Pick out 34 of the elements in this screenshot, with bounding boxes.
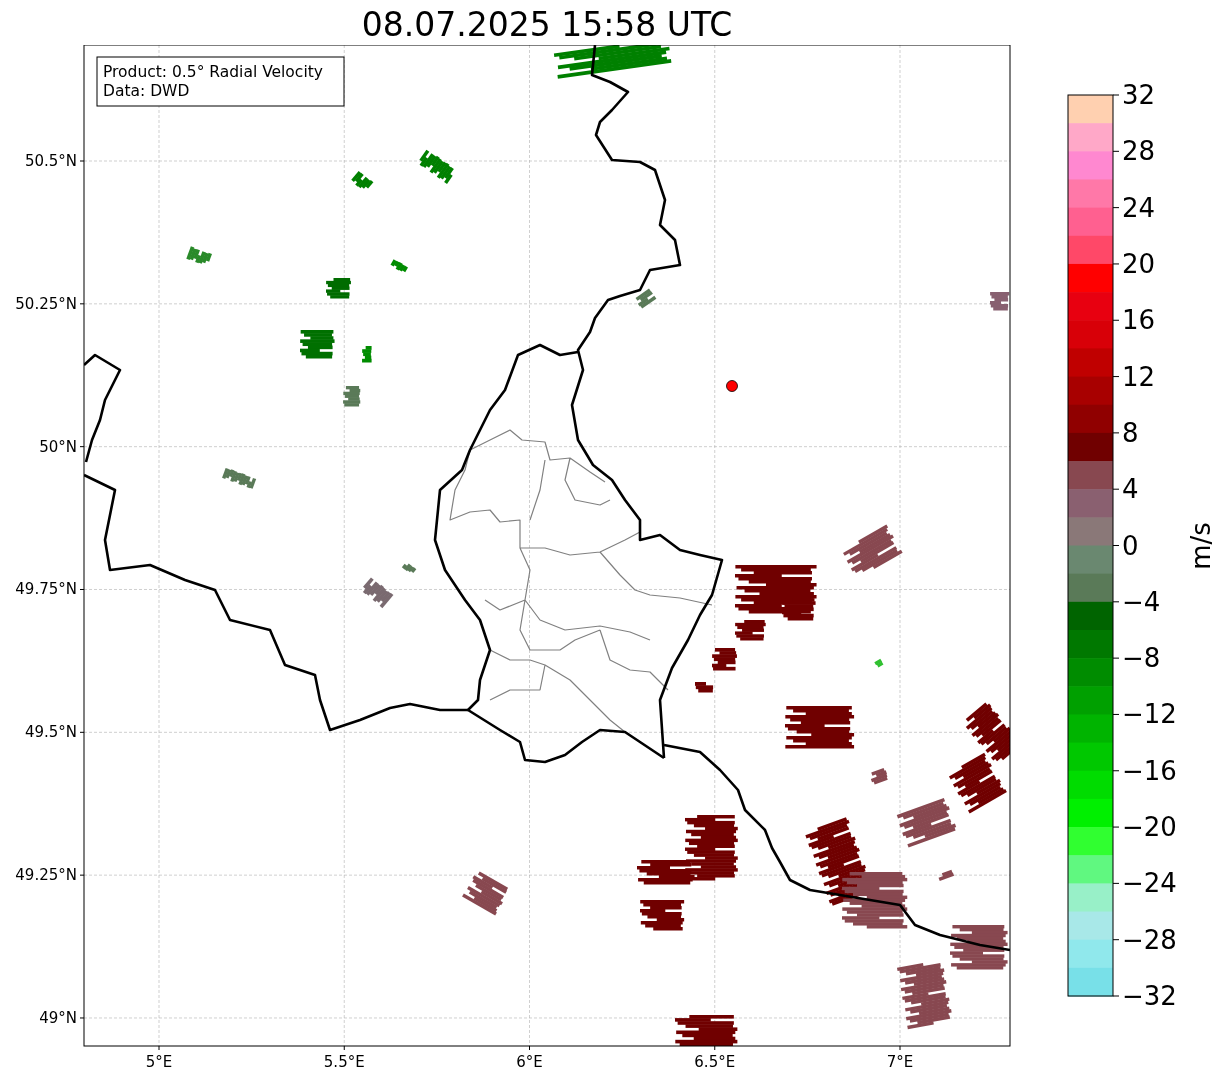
colorbar-tick-label: −12 xyxy=(1122,699,1177,730)
colorbar-tick-label: 4 xyxy=(1122,474,1139,505)
info-text-line: Product: 0.5° Radial Velocity xyxy=(103,63,323,81)
colorbar-tick-label: 20 xyxy=(1122,248,1156,279)
longitude-tick-label: 6.5°E xyxy=(694,1053,736,1071)
latitude-tick-label: 50°N xyxy=(39,437,77,456)
latitude-tick-label: 49.5°N xyxy=(24,723,77,742)
longitude-tick-label: 7°E xyxy=(886,1053,914,1071)
colorbar-tick-label: 8 xyxy=(1122,417,1139,448)
colorbar-tick-label: 16 xyxy=(1122,305,1156,336)
colorbar-tick-label: −16 xyxy=(1122,755,1177,786)
colorbar-tick-label: −8 xyxy=(1122,643,1161,674)
colorbar-tick-label: 32 xyxy=(1122,80,1156,110)
latitude-tick-label: 49°N xyxy=(39,1009,77,1027)
colorbar-tick-label: 12 xyxy=(1122,361,1156,392)
latitude-tick-label: 49.25°N xyxy=(15,866,77,885)
info-text-line: Data: DWD xyxy=(103,82,190,100)
colorbar-tick-label: −24 xyxy=(1122,868,1177,899)
colorbar-tick-label: 0 xyxy=(1122,530,1139,561)
longitude-tick-label: 6°E xyxy=(516,1053,543,1071)
longitude-tick-label: 5°E xyxy=(145,1053,173,1071)
colorbar-tick-label: 28 xyxy=(1122,136,1156,167)
colorbar-tick-label: −32 xyxy=(1122,981,1177,1011)
colorbar-tick-label: −28 xyxy=(1122,924,1177,955)
colorbar-tick-label: −20 xyxy=(1122,812,1177,843)
colorbar-label: m/s xyxy=(1186,522,1216,570)
colorbar-tick-label: 24 xyxy=(1122,192,1156,223)
latitude-tick-label: 50.5°N xyxy=(24,152,77,170)
latitude-tick-label: 50.25°N xyxy=(15,294,77,313)
longitude-tick-label: 5.5°E xyxy=(323,1053,365,1071)
latitude-tick-label: 49.75°N xyxy=(15,580,77,599)
chart-title: 08.07.2025 15:58 UTC xyxy=(361,4,733,46)
radar-site-dot xyxy=(726,380,738,392)
colorbar-tick-label: −4 xyxy=(1122,586,1161,617)
